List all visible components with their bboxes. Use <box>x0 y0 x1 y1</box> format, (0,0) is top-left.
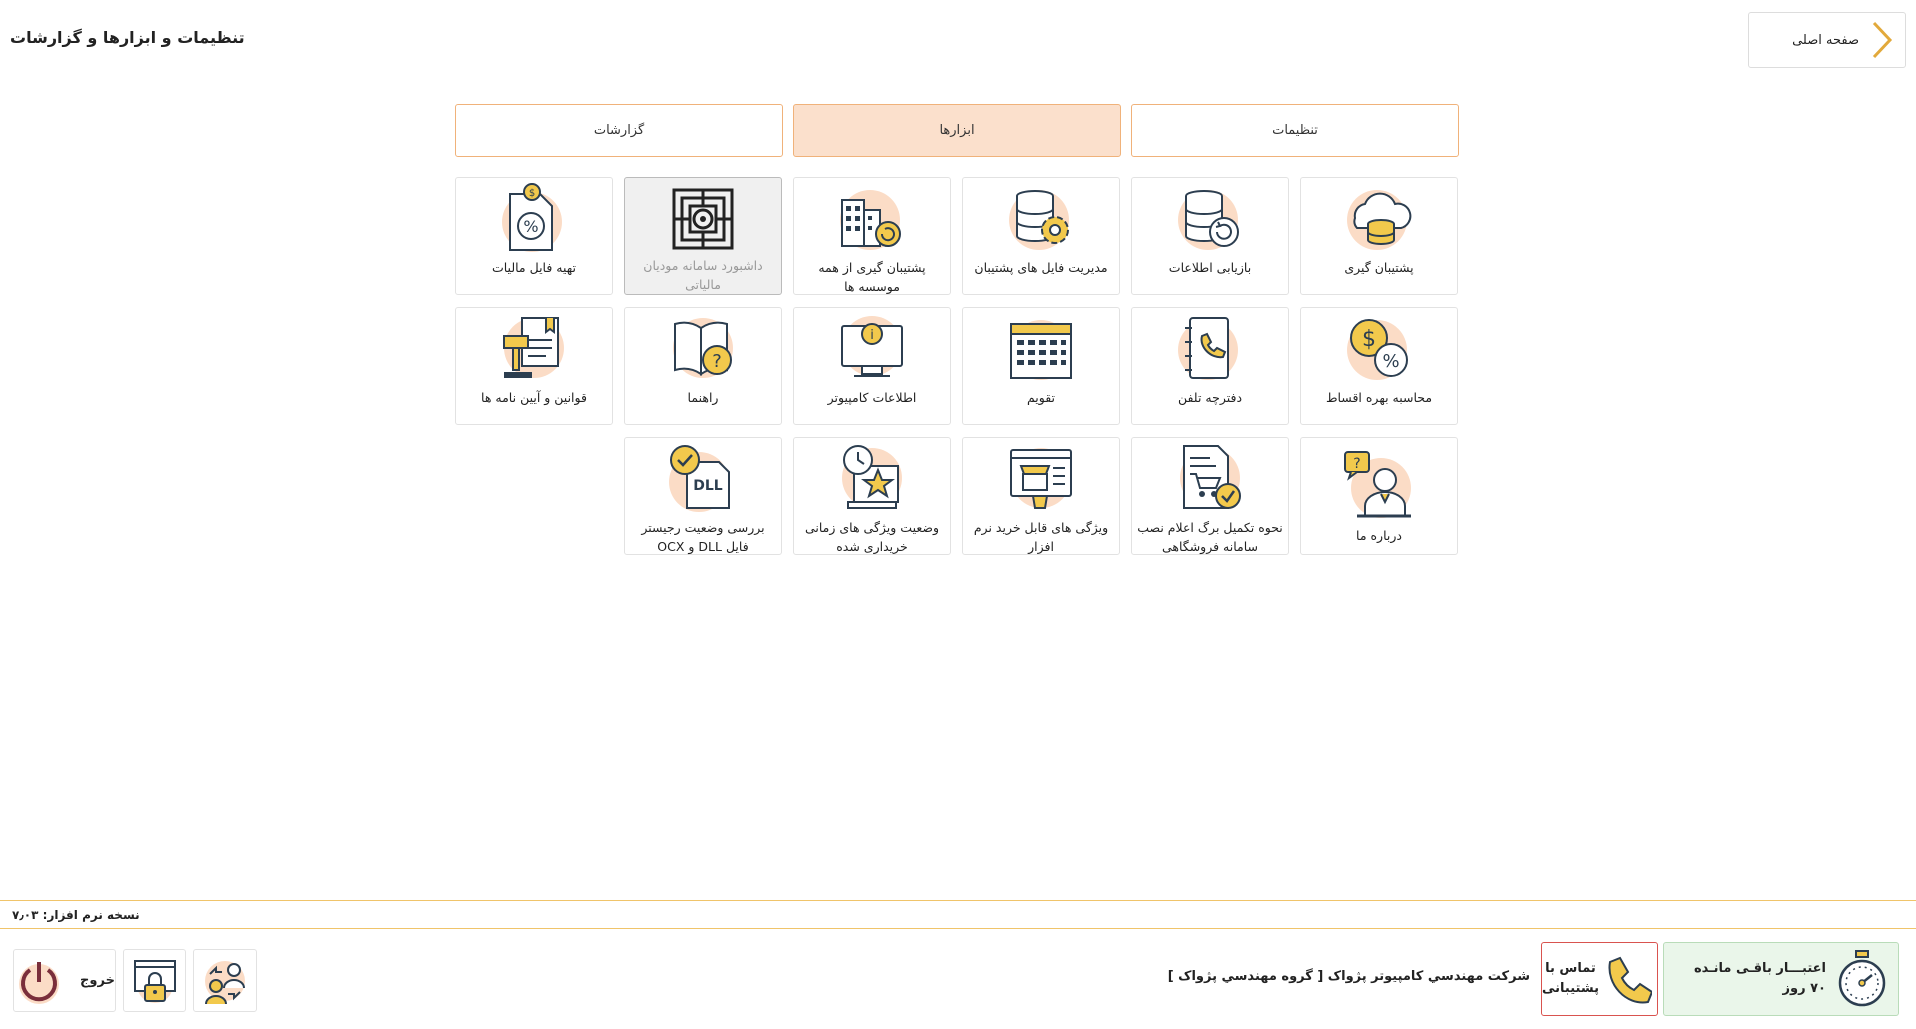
switch-user-icon <box>205 960 245 1004</box>
support-line1: تماس با <box>1545 961 1596 976</box>
computer-info-icon: i <box>841 316 903 377</box>
tile-dll-ocx-check[interactable]: DLL بررسی وضعیت رجیستر فایل DLL و OCX <box>624 437 782 555</box>
chevron-right-icon <box>1859 12 1905 68</box>
contact-support-button[interactable]: تماس با پشتیبانی <box>1541 942 1658 1016</box>
tile-computer-info-label: اطلاعات کامپیوتر <box>827 390 917 405</box>
svg-text:$: $ <box>529 188 535 199</box>
company-name: شرکت مهندسي کامپيوتر پژواک [ گروه مهندسي… <box>1167 969 1530 984</box>
tile-laws-label: قوانین و آیین نامه ها <box>481 390 587 405</box>
tile-tax-file-label: تهیه فایل مالیات <box>491 260 577 275</box>
tile-store-registration-guide[interactable]: نحوه تکمیل برگ اعلام نصب سامانه فروشگاهی <box>1131 437 1289 555</box>
power-icon <box>19 961 60 1004</box>
tile-manage-backups-label: مدیریت فایل های پشتیبان <box>974 260 1108 275</box>
home-button[interactable]: صفحه اصلی <box>1748 12 1906 68</box>
database-restore-icon <box>1178 190 1239 250</box>
svg-text:%: % <box>1382 351 1399 372</box>
cart-document-icon <box>1180 445 1241 509</box>
database-gear-icon <box>1009 190 1069 250</box>
tile-timed-features-status-label: وضعیت ویژگی های زمانی خریداری شده <box>804 520 940 554</box>
support-line2: پشتیبانی <box>1542 981 1599 996</box>
tab-reports-label: گزارشات <box>593 123 645 138</box>
tile-installment-interest[interactable]: $ % محاسبه بهره اقساط <box>1300 307 1458 425</box>
page-title: تنظیمات و ابزارها و گزارشات <box>10 28 245 47</box>
phone-icon <box>1599 942 1657 1016</box>
tile-timed-features-status[interactable]: وضعیت ویژگی های زمانی خریداری شده <box>793 437 951 555</box>
tile-tax-file[interactable]: $ % تهیه فایل مالیات <box>455 177 613 295</box>
clock-star-icon <box>842 445 902 509</box>
tile-purchasable-features-label: ویژگی های قابل خرید نرم افزار <box>973 520 1109 554</box>
tile-manage-backups[interactable]: مدیریت فایل های پشتیبان <box>962 177 1120 295</box>
tile-backup-all[interactable]: پشتیبان گیری از همه موسسه ها <box>793 177 951 295</box>
svg-text:?: ? <box>712 351 722 372</box>
credit-days: ۷۰ روز <box>1782 981 1826 996</box>
tile-about-us-label: درباره ما <box>1356 528 1402 543</box>
tile-backup[interactable]: پشتیبان گیری <box>1300 177 1458 295</box>
phonebook-icon <box>1178 317 1238 380</box>
tile-calendar[interactable]: تقویم <box>962 307 1120 425</box>
tile-dll-ocx-check-label: بررسی وضعیت رجیستر فایل DLL و OCX <box>641 520 765 554</box>
tile-restore[interactable]: بازیابی اطلاعات <box>1131 177 1289 295</box>
svg-text:?: ? <box>1353 456 1360 472</box>
tax-percent-file-icon: $ % <box>502 183 562 252</box>
gavel-rules-icon <box>503 317 564 378</box>
calendar-icon <box>1010 320 1072 380</box>
tile-calendar-label: تقویم <box>1026 390 1056 405</box>
credit-line1: اعتبـــار باقـی مانـده <box>1693 961 1826 976</box>
tile-backup-all-label: پشتیبان گیری از همه موسسه ها <box>818 260 926 294</box>
version-text: نسخه نرم افزار: ۷٫۰۳ <box>12 907 140 922</box>
building-backup-icon <box>840 190 901 250</box>
tile-tax-dashboard[interactable]: داشبورد سامانه مودیان مالیاتی <box>624 177 782 295</box>
tile-store-registration-guide-label: نحوه تکمیل برگ اعلام نصب سامانه فروشگاهی <box>1137 520 1283 554</box>
exit-label: خروج <box>80 973 115 988</box>
remaining-credit-box: اعتبـــار باقـی مانـده ۷۰ روز <box>1663 942 1899 1016</box>
exit-button[interactable]: خروج <box>13 949 116 1012</box>
tile-laws[interactable]: قوانین و آیین نامه ها <box>455 307 613 425</box>
lock-window-icon <box>133 959 176 1003</box>
version-bar: نسخه نرم افزار: ۷٫۰۳ <box>0 900 1916 929</box>
lock-button[interactable] <box>123 949 186 1012</box>
tile-restore-label: بازیابی اطلاعات <box>1168 260 1252 275</box>
tile-about-us[interactable]: ? درباره ما <box>1300 437 1458 555</box>
store-features-icon <box>1010 448 1072 509</box>
tile-backup-label: پشتیبان گیری <box>1344 260 1414 275</box>
dollar-percent-icon: $ % <box>1347 319 1408 380</box>
dll-check-icon: DLL <box>669 445 730 512</box>
tile-phonebook-label: دفترچه تلفن <box>1177 390 1243 405</box>
tab-tools-label: ابزارها <box>939 123 975 138</box>
tile-installment-interest-label: محاسبه بهره اقساط <box>1325 390 1433 405</box>
svg-text:DLL: DLL <box>693 478 723 494</box>
tab-settings[interactable]: تنظیمات <box>1131 104 1459 157</box>
stopwatch-icon <box>1826 942 1898 1016</box>
cloud-database-icon <box>1347 190 1412 250</box>
switch-user-button[interactable] <box>193 949 257 1012</box>
svg-text:$: $ <box>1362 327 1376 352</box>
help-book-icon: ? <box>673 318 733 378</box>
svg-text:i: i <box>870 328 874 343</box>
home-button-label: صفحه اصلی <box>1792 32 1859 48</box>
tile-help-label: راهنما <box>687 390 719 405</box>
tab-tools[interactable]: ابزارها <box>793 104 1121 157</box>
tile-tax-dashboard-label: داشبورد سامانه مودیان مالیاتی <box>643 258 763 292</box>
tax-portal-emblem-icon <box>672 188 734 250</box>
tile-computer-info[interactable]: i اطلاعات کامپیوتر <box>793 307 951 425</box>
tab-reports[interactable]: گزارشات <box>455 104 783 157</box>
tile-help[interactable]: ? راهنما <box>624 307 782 425</box>
about-user-icon: ? <box>1344 451 1411 518</box>
tab-settings-label: تنظیمات <box>1272 123 1318 138</box>
tile-purchasable-features[interactable]: ویژگی های قابل خرید نرم افزار <box>962 437 1120 555</box>
svg-text:%: % <box>523 217 538 236</box>
tile-phonebook[interactable]: دفترچه تلفن <box>1131 307 1289 425</box>
